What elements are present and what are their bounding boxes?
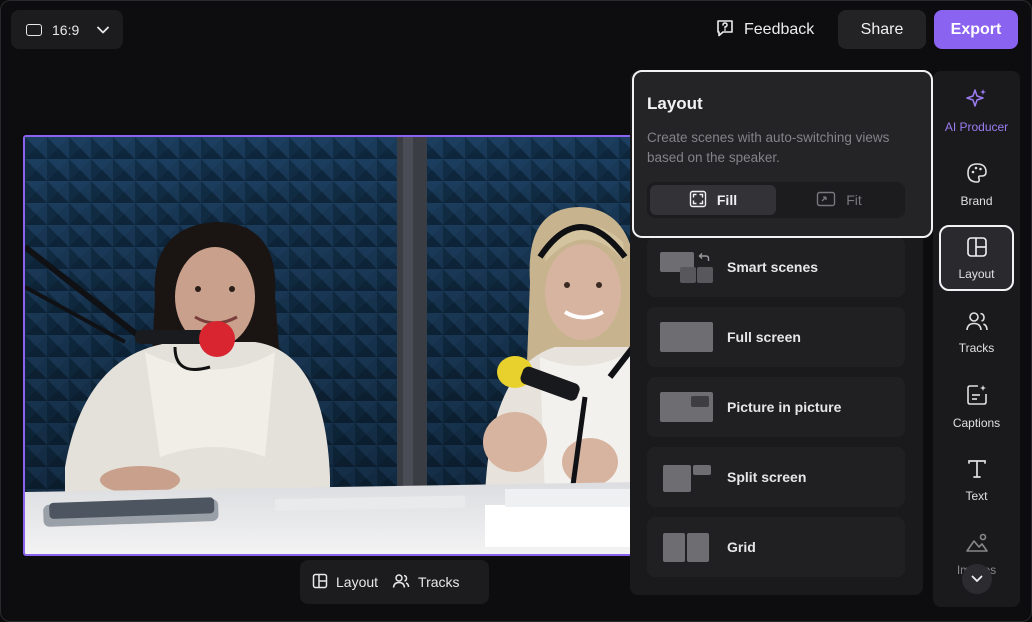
bottom-layout-label: Layout (336, 574, 379, 590)
layout-option-grid[interactable]: Grid (647, 517, 905, 577)
layout-option-label: Grid (727, 539, 756, 555)
video-frame-illustration (25, 137, 641, 554)
fit-icon (816, 191, 836, 210)
sidebar-item-label: Captions (952, 415, 1001, 430)
sidebar-scroll-down-button[interactable] (962, 564, 992, 594)
sidebar-item-label: AI Producer (944, 119, 1009, 134)
people-icon (392, 573, 410, 592)
feedback-icon (715, 18, 735, 43)
export-button[interactable]: Export (934, 10, 1018, 49)
smart-scenes-thumb (660, 252, 713, 283)
image-icon (965, 532, 989, 557)
pip-thumb (660, 392, 713, 422)
aspect-ratio-label: 16:9 (52, 21, 80, 38)
chevron-down-icon (971, 570, 983, 588)
fill-icon (689, 190, 707, 211)
video-preview[interactable] (23, 135, 643, 556)
palette-icon (965, 161, 989, 188)
fill-fit-toggle: Fill Fit (647, 182, 905, 218)
share-button[interactable]: Share (838, 10, 926, 49)
feedback-button[interactable]: Feedback (715, 15, 814, 45)
layout-option-label: Full screen (727, 329, 801, 345)
sidebar-item-label: Layout (958, 266, 995, 281)
bottom-tracks-button[interactable]: Tracks (392, 573, 460, 592)
sparkles-icon (965, 87, 989, 114)
layout-option-full-screen[interactable]: Full screen (647, 307, 905, 367)
fill-label: Fill (716, 192, 738, 208)
sidebar-item-captions[interactable]: Captions (939, 373, 1014, 439)
layout-card-title: Layout (647, 94, 703, 113)
chevron-down-icon (97, 26, 110, 34)
fit-label: Fit (846, 192, 862, 208)
layout-tooltip-card: Layout Create scenes with auto-switching… (632, 70, 933, 238)
layout-option-split-screen[interactable]: Split screen (647, 447, 905, 507)
layout-option-picture-in-picture[interactable]: Picture in picture (647, 377, 905, 437)
feedback-label: Feedback (744, 21, 815, 38)
text-icon (966, 458, 988, 483)
bottom-layout-button[interactable]: Layout (312, 573, 378, 592)
full-screen-thumb (660, 322, 713, 352)
sidebar-item-layout[interactable]: Layout (939, 225, 1014, 291)
bottom-toolbar: Layout Tracks (300, 560, 489, 604)
layout-card-description: Create scenes with auto-switching views … (647, 130, 890, 165)
captions-icon (965, 383, 989, 410)
layout-option-smart-scenes[interactable]: Smart scenes (647, 237, 905, 297)
sidebar-item-text[interactable]: Text (939, 447, 1014, 513)
app-window: 16:9 Feedback Share Export Layout Tracks… (0, 0, 1032, 622)
bottom-tracks-label: Tracks (418, 574, 460, 590)
fit-option[interactable]: Fit (776, 185, 902, 215)
sidebar-item-label: Text (965, 488, 988, 503)
grid-thumb (660, 532, 713, 562)
sidebar-item-ai-producer[interactable]: AI Producer (939, 77, 1014, 143)
sidebar-item-tracks[interactable]: Tracks (939, 299, 1014, 365)
layout-icon (312, 573, 328, 592)
sidebar-item-label: Tracks (958, 340, 995, 355)
sidebar-item-brand[interactable]: Brand (939, 151, 1014, 217)
layout-icon (966, 236, 988, 261)
people-icon (965, 310, 989, 335)
aspect-ratio-dropdown[interactable]: 16:9 (11, 10, 123, 49)
layout-option-label: Picture in picture (727, 399, 842, 415)
layout-option-label: Split screen (727, 469, 807, 485)
fill-option[interactable]: Fill (650, 185, 776, 215)
sidebar-item-label: Brand (960, 193, 993, 208)
layout-option-label: Smart scenes (727, 259, 819, 275)
split-thumb (660, 462, 713, 492)
aspect-ratio-icon (26, 23, 42, 36)
